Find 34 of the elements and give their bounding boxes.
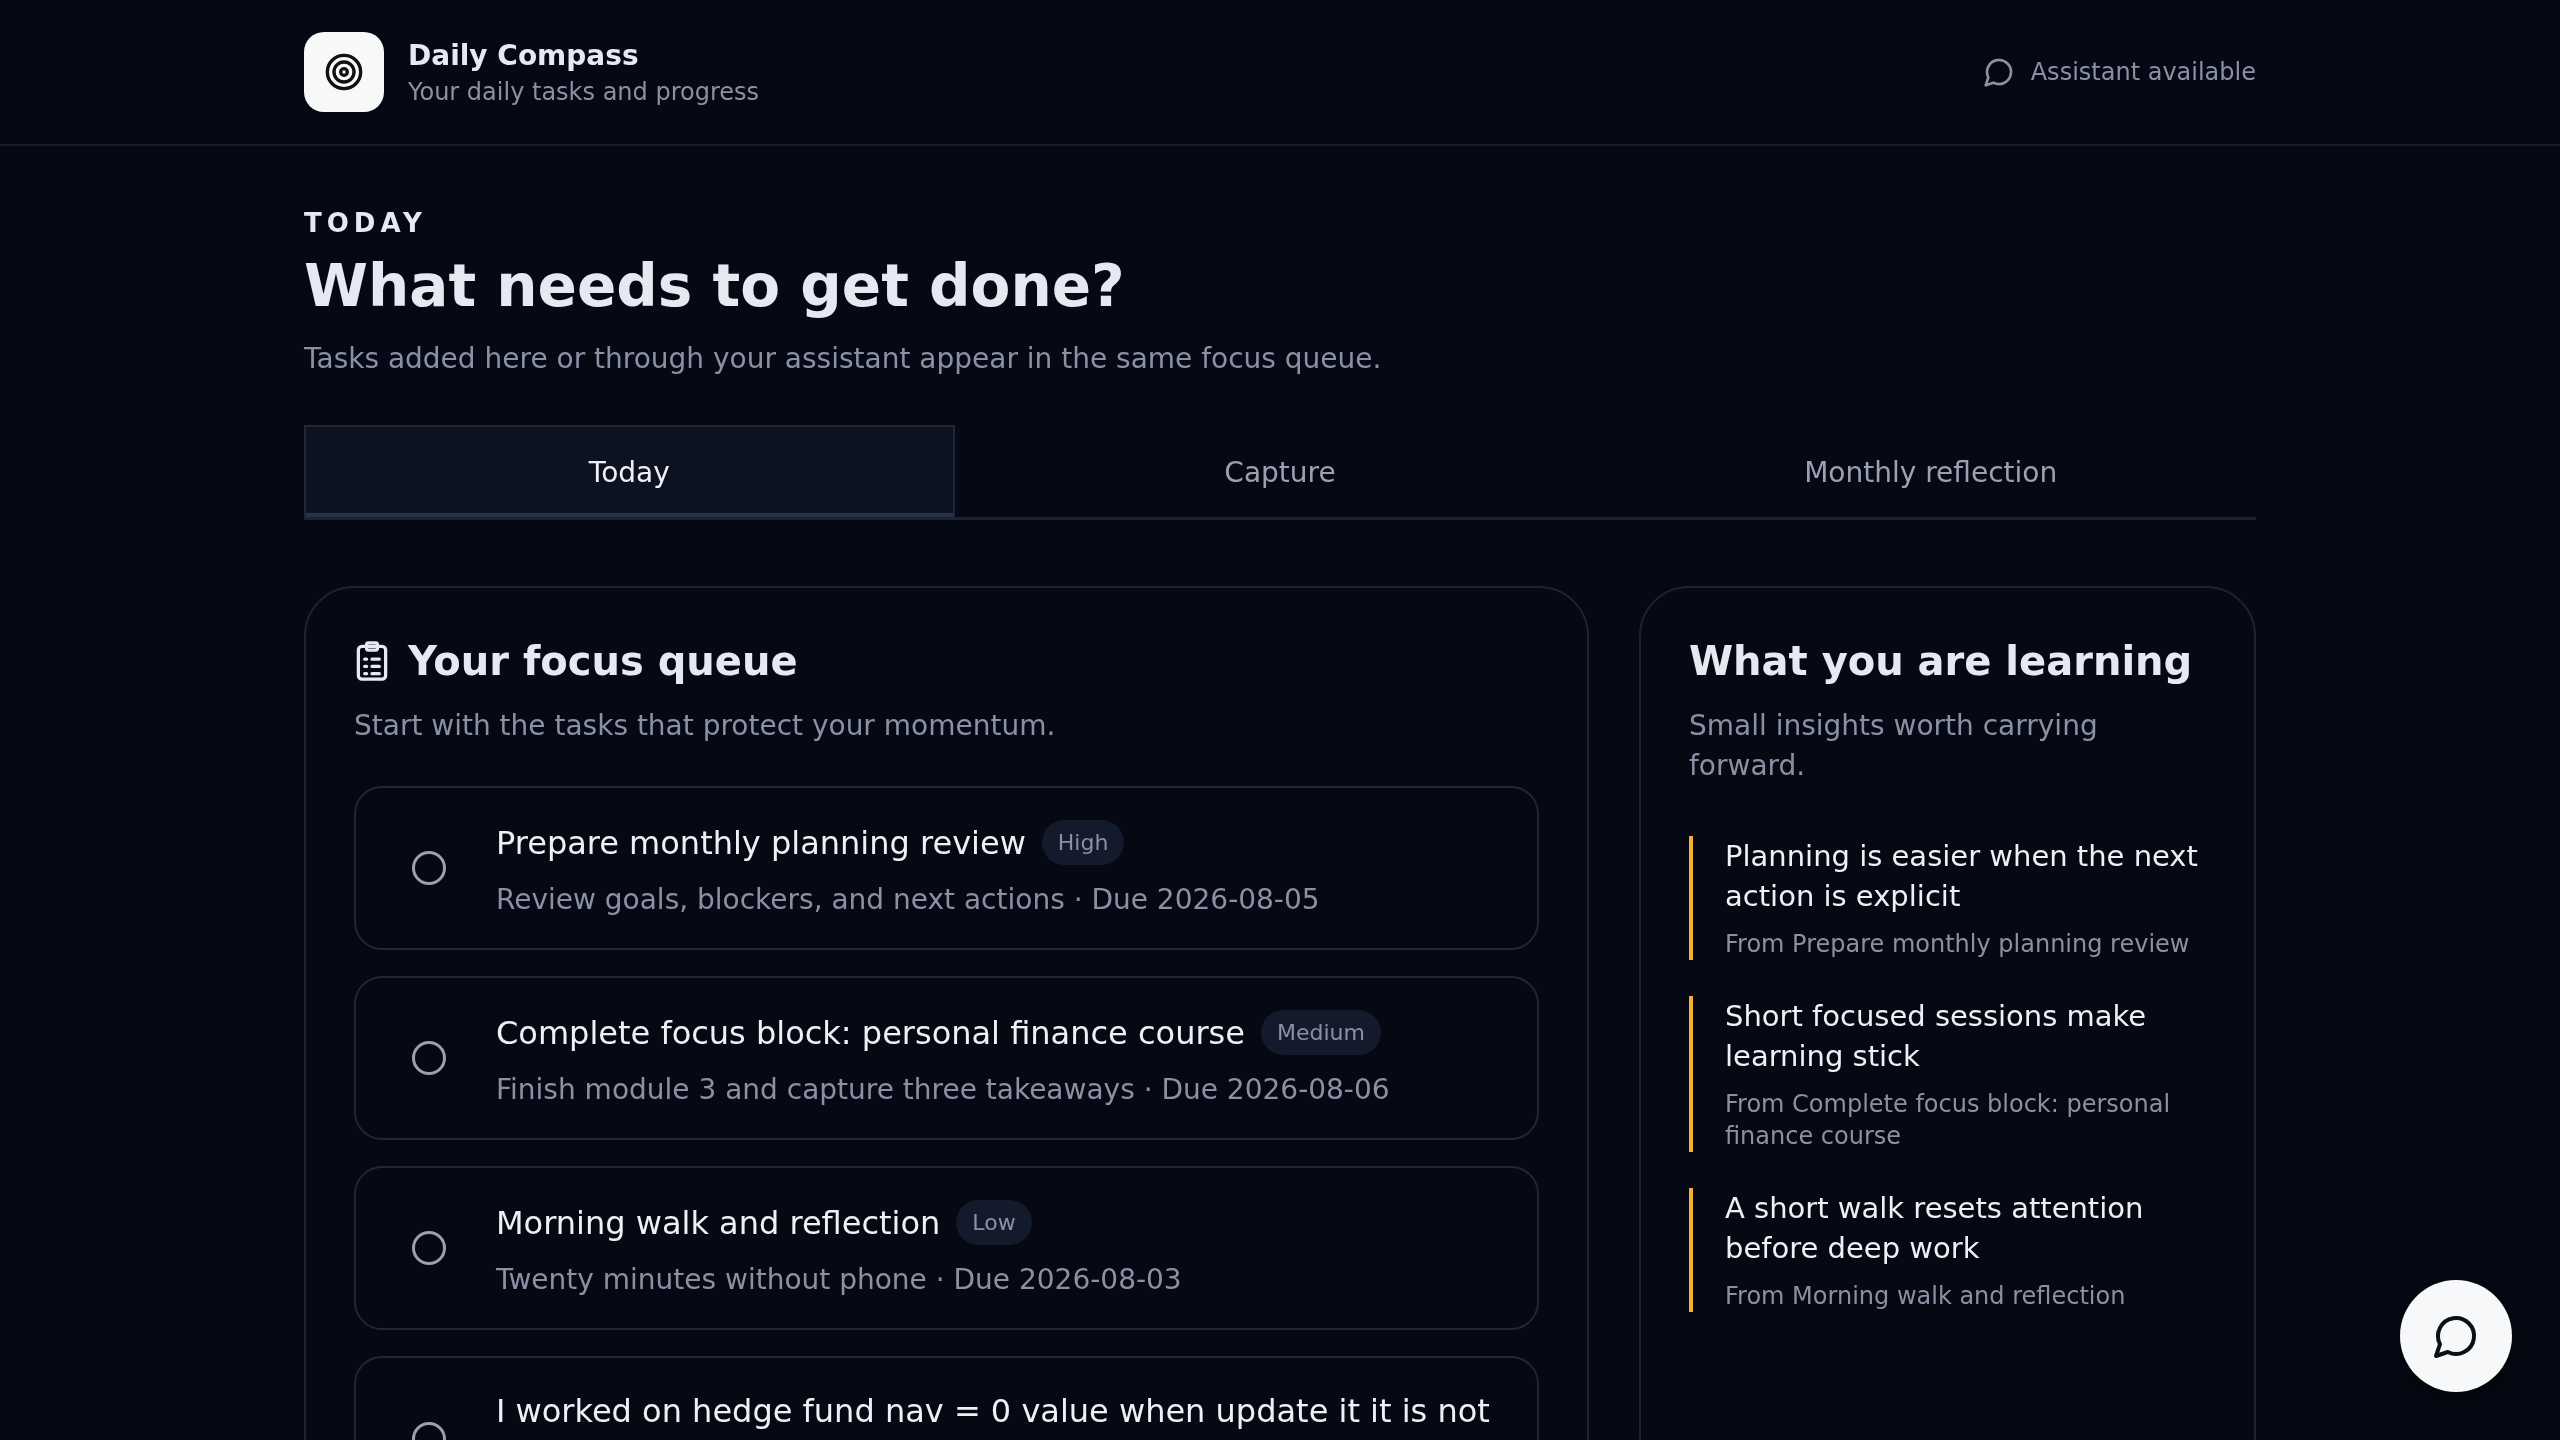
tab[interactable]: Today (304, 425, 955, 517)
task-title: I worked on hedge fund nav = 0 value when update it it is not (496, 1392, 1490, 1430)
insight-text: Short focused sessions make learning stick (1725, 998, 2148, 1075)
chat-bubble-icon (1982, 56, 2015, 88)
app-title: Daily Compass (408, 38, 640, 72)
insight-source: From Morning walk and reflection (1725, 1281, 2127, 1312)
task-detail: Twenty minutes without phone · Due 2026-08-03 (496, 1263, 1182, 1296)
insight-text: Planning is easier when the next action is explicit (1725, 838, 2199, 915)
page-heading: What needs to get done? (304, 252, 1126, 320)
insight-source: From Complete focus block: personal finance course (1725, 1089, 2172, 1152)
priority-badge: Medium (1260, 1010, 1381, 1055)
tab[interactable]: Monthly reflection (1605, 425, 2256, 517)
task-detail: Review goals, blockers, and next actions · Due 2026-08-05 (496, 883, 1320, 916)
task-checkbox[interactable] (412, 851, 446, 885)
task-title: Prepare monthly planning review (496, 823, 1026, 862)
page-description: Tasks added here or through your assistant appear in the same focus queue. (304, 342, 1383, 375)
insight-source: From Prepare monthly planning review (1725, 929, 2191, 960)
task-checkbox[interactable] (412, 1231, 446, 1265)
card-title: What you are learning (1689, 638, 2194, 684)
task-detail: Finish module 3 and capture three takeaways · Due 2026-08-06 (496, 1073, 1390, 1106)
assistant-status: Assistant available (2030, 58, 2256, 86)
priority-badge: High (1041, 820, 1125, 865)
card-title: Your focus queue (408, 638, 798, 684)
priority-badge: Low (956, 1200, 1032, 1245)
tab[interactable]: Capture (954, 425, 1606, 517)
card-subtitle: Start with the tasks that protect your momentum. (354, 708, 1057, 744)
task-title: Complete focus block: personal finance course (496, 1013, 1245, 1052)
section-eyebrow: TODAY (304, 208, 428, 238)
task-checkbox[interactable] (412, 1041, 446, 1075)
clipboard-icon (354, 641, 390, 681)
card-subtitle: Small insights worth carrying forward. (1689, 708, 2099, 784)
insight-text: A short walk resets attention before deep work (1725, 1190, 2145, 1267)
task-title: Morning walk and reflection (496, 1203, 941, 1242)
app-subtitle: Your daily tasks and progress (408, 77, 759, 106)
